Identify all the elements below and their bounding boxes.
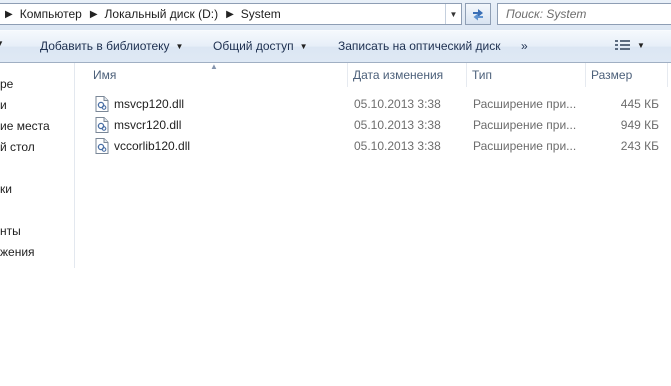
nav-item-libraries[interactable]: ки — [0, 182, 12, 196]
file-name: vccorlib120.dll — [114, 139, 191, 153]
breadcrumb-system[interactable]: System — [241, 7, 281, 21]
dll-file-icon — [95, 117, 109, 133]
refresh-button[interactable] — [465, 3, 491, 25]
column-header-date-label: Дата изменения — [353, 68, 444, 82]
burn-button[interactable]: Записать на оптический диск — [338, 39, 501, 53]
column-header-name-label: Имя — [93, 68, 117, 82]
dll-file-icon — [95, 96, 109, 112]
address-bar[interactable]: ▶ Компьютер ▶ Локальный диск (D:) ▶ Syst… — [0, 3, 462, 25]
file-type: Расширение при... — [473, 97, 577, 111]
file-date: 05.10.2013 3:38 — [354, 97, 441, 111]
file-size: 445 КБ — [620, 97, 659, 111]
table-row[interactable]: vccorlib120.dll 05.10.2013 3:38 Расширен… — [76, 136, 671, 157]
file-name: msvcr120.dll — [114, 118, 182, 132]
breadcrumb-computer[interactable]: Компьютер — [20, 7, 82, 21]
file-type: Расширение при... — [473, 118, 577, 132]
column-header-date[interactable]: Дата изменения — [348, 63, 467, 87]
file-date: 05.10.2013 3:38 — [354, 139, 441, 153]
share-button[interactable]: Общий доступ ▼ — [213, 39, 308, 53]
breadcrumb-separator-icon[interactable]: ▶ — [82, 9, 105, 20]
column-header-size[interactable]: Размер — [586, 63, 668, 87]
breadcrumb-separator-icon[interactable]: ▶ — [0, 9, 20, 20]
file-type: Расширение при... — [473, 139, 577, 153]
chevron-down-icon: ▼ — [299, 41, 308, 51]
table-row[interactable]: msvcr120.dll 05.10.2013 3:38 Расширение … — [76, 115, 671, 136]
nav-item-pictures[interactable]: жения — [0, 245, 35, 259]
chevron-down-icon: ▼ — [175, 41, 184, 51]
refresh-icon — [473, 9, 483, 21]
search-input[interactable] — [506, 7, 656, 21]
dll-file-icon — [95, 138, 109, 154]
add-to-library-button[interactable]: Добавить в библиотеку ▼ — [40, 39, 183, 53]
file-size: 949 КБ — [620, 118, 659, 132]
column-header-type-label: Тип — [472, 68, 493, 82]
file-list: ▲ Имя Дата изменения Тип Размер msvcp120… — [76, 62, 671, 268]
nav-item-documents[interactable]: нты — [0, 224, 21, 238]
address-bar-row: ▶ Компьютер ▶ Локальный диск (D:) ▶ Syst… — [0, 0, 671, 30]
nav-item-recent-places[interactable]: ие места — [0, 119, 50, 133]
change-view-button[interactable]: ▼ — [615, 39, 645, 51]
command-bar: ▼ Добавить в библиотеку ▼ Общий доступ ▼… — [0, 30, 671, 63]
chevron-down-icon: ▼ — [637, 40, 645, 50]
column-header-name[interactable]: Имя — [88, 63, 348, 87]
nav-item-favorites[interactable]: ре — [0, 77, 13, 91]
file-size: 243 КБ — [620, 139, 659, 153]
add-to-library-label: Добавить в библиотеку — [40, 39, 170, 53]
column-header-type[interactable]: Тип — [467, 63, 586, 87]
address-history-dropdown[interactable]: ▼ — [445, 4, 461, 24]
share-label: Общий доступ — [213, 39, 294, 53]
search-box[interactable] — [497, 3, 671, 25]
navigation-pane: ре и ие места й стол ки нты жения — [0, 63, 75, 268]
file-name: msvcp120.dll — [114, 97, 185, 111]
nav-item-desktop[interactable]: й стол — [0, 140, 35, 154]
views-icon — [615, 40, 630, 50]
column-header-size-label: Размер — [591, 68, 633, 82]
breadcrumb-local-disk[interactable]: Локальный диск (D:) — [105, 7, 219, 21]
empty-area — [0, 268, 671, 386]
table-row[interactable]: msvcp120.dll 05.10.2013 3:38 Расширение … — [76, 94, 671, 115]
organize-caret-icon[interactable]: ▼ — [0, 39, 4, 48]
more-commands-button[interactable]: » — [521, 39, 528, 53]
file-date: 05.10.2013 3:38 — [354, 118, 441, 132]
breadcrumb-separator-icon[interactable]: ▶ — [218, 9, 241, 20]
nav-item-downloads[interactable]: и — [0, 98, 7, 112]
burn-label: Записать на оптический диск — [338, 39, 501, 53]
